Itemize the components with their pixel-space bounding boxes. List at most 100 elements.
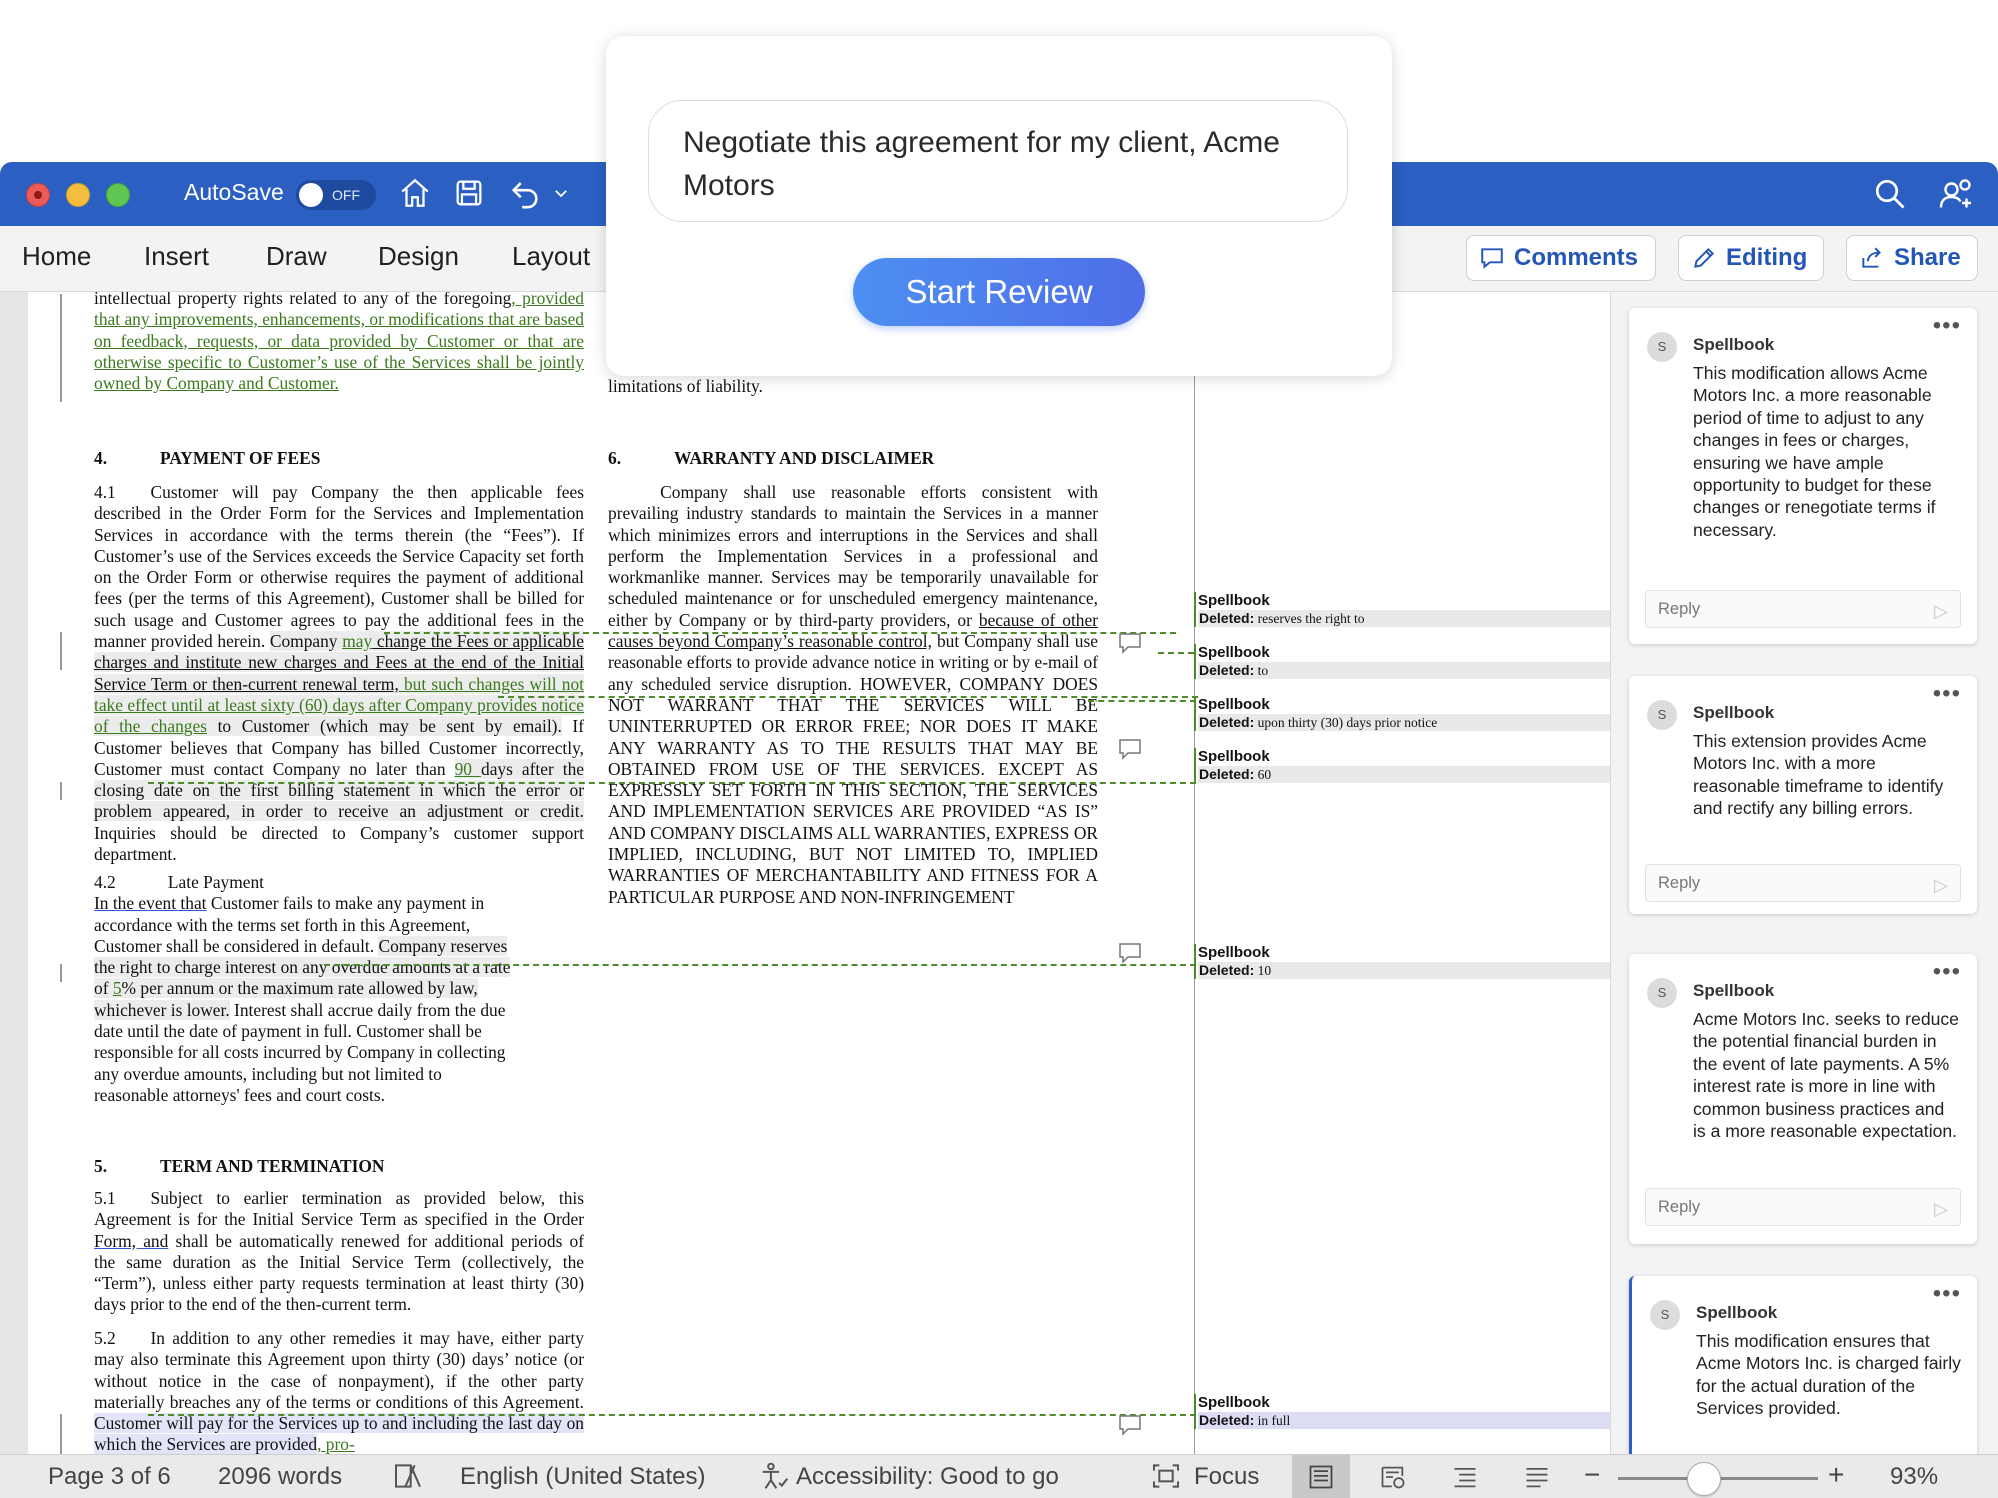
change-bar <box>60 782 62 800</box>
prompt-input[interactable]: Negotiate this agreement for my client, … <box>648 100 1348 222</box>
comment-anchor-icon[interactable] <box>1118 632 1142 659</box>
doc-text: 5.2 In addition to any other remedies it… <box>94 1328 584 1412</box>
start-review-button[interactable]: Start Review <box>853 258 1145 326</box>
send-icon[interactable]: ▷ <box>1934 867 1948 903</box>
markup-deleted-text: reserves the right to <box>1257 611 1365 626</box>
connector-line <box>1088 700 1196 702</box>
spellbook-review-popup: Negotiate this agreement for my client, … <box>606 36 1392 376</box>
deletion-balloon[interactable]: Spellbook Deleted: to <box>1194 644 1610 679</box>
zoom-in-icon[interactable]: + <box>1828 1459 1844 1491</box>
draft-icon[interactable] <box>1508 1455 1566 1498</box>
section-4-2: 4.2 Late Payment In the event that Custo… <box>94 872 584 1106</box>
send-icon[interactable]: ▷ <box>1934 1191 1948 1227</box>
zoom-out-icon[interactable]: − <box>1584 1459 1600 1491</box>
connector-line <box>1158 652 1194 654</box>
tab-home[interactable]: Home <box>22 241 91 272</box>
doc-text: 4.1 Customer will pay Company the then a… <box>94 482 584 652</box>
tab-insert[interactable]: Insert <box>144 241 209 272</box>
reply-input[interactable]: Reply ▷ <box>1645 864 1961 902</box>
comment-anchor-icon[interactable] <box>1118 738 1142 765</box>
save-icon[interactable] <box>452 176 486 210</box>
reply-input[interactable]: Reply ▷ <box>1645 590 1961 628</box>
deletion-balloon[interactable]: Spellbook Deleted: reserves the right to <box>1194 592 1610 627</box>
comment-icon <box>1479 245 1505 271</box>
language-indicator[interactable]: English (United States) <box>460 1463 705 1491</box>
autosave-toggle[interactable]: OFF <box>296 180 376 210</box>
page-count[interactable]: Page 3 of 6 <box>48 1463 171 1491</box>
comment-card[interactable]: ••• S Spellbook This extension provides … <box>1629 676 1977 914</box>
comment-card[interactable]: ••• S Spellbook This modification allows… <box>1629 308 1977 644</box>
tab-design[interactable]: Design <box>378 241 459 272</box>
print-layout-icon[interactable] <box>1292 1455 1350 1498</box>
share-button[interactable]: Share <box>1846 235 1978 281</box>
home-icon[interactable] <box>398 176 432 210</box>
deletion-balloon[interactable]: Spellbook Deleted: in full <box>1194 1394 1610 1429</box>
status-bar: Page 3 of 6 2096 words English (United S… <box>0 1454 1998 1498</box>
inserted-text: 5 <box>112 978 122 999</box>
more-options-icon[interactable]: ••• <box>1933 1280 1961 1308</box>
connector-line <box>498 696 1198 698</box>
search-icon[interactable] <box>1872 176 1908 212</box>
editing-button[interactable]: Editing <box>1678 235 1824 281</box>
markup-label: Deleted: <box>1199 662 1255 678</box>
undo-icon[interactable] <box>508 176 542 210</box>
comment-card[interactable]: ••• S Spellbook Acme Motors Inc. seeks t… <box>1629 954 1977 1244</box>
reply-placeholder: Reply <box>1658 1198 1701 1216</box>
section-heading: TERM AND TERMINATION <box>160 1156 385 1176</box>
comment-author: Spellbook <box>1693 981 1775 1000</box>
markup-deleted-text: 10 <box>1257 963 1272 978</box>
comments-pane: ••• S Spellbook This modification allows… <box>1610 292 1998 1454</box>
inserted-text: 90 <box>454 758 481 779</box>
account-icon[interactable] <box>1938 176 1974 212</box>
section-number: 4. <box>94 448 108 468</box>
more-options-icon[interactable]: ••• <box>1933 312 1961 340</box>
close-window-button[interactable] <box>26 183 50 207</box>
share-icon <box>1859 245 1885 271</box>
avatar: S <box>1647 332 1677 362</box>
connector-line <box>148 1414 1196 1416</box>
outline-icon[interactable] <box>1436 1455 1494 1498</box>
change-bar <box>60 632 62 670</box>
comment-text: This modification ensures that Acme Moto… <box>1696 1331 1961 1419</box>
document-page[interactable]: intellectual property rights related to … <box>28 292 1610 1454</box>
doc-text: intellectual property rights related to … <box>94 292 512 308</box>
word-count[interactable]: 2096 words <box>218 1463 342 1491</box>
tab-layout[interactable]: Layout <box>512 241 590 272</box>
doc-text: Company shall use reasonable efforts con… <box>608 482 1098 630</box>
doc-text: Inquiries should be directed to Company’… <box>94 822 584 865</box>
focus-label[interactable]: Focus <box>1194 1463 1259 1491</box>
comments-button[interactable]: Comments <box>1466 235 1656 281</box>
comment-anchor-icon[interactable] <box>1118 942 1142 969</box>
deletion-balloon[interactable]: Spellbook Deleted: 10 <box>1194 944 1610 979</box>
markup-label: Deleted: <box>1199 610 1255 626</box>
section-6: Company shall use reasonable efforts con… <box>608 482 1098 908</box>
proofing-icon[interactable] <box>392 1461 424 1494</box>
autosave-label: AutoSave <box>184 179 284 205</box>
more-options-icon[interactable]: ••• <box>1933 958 1961 986</box>
markup-label: Deleted: <box>1199 962 1255 978</box>
markup-author: Spellbook <box>1198 1394 1270 1411</box>
doc-text: but Company shall use reasonable efforts… <box>608 631 1098 907</box>
accessibility-icon[interactable] <box>758 1461 792 1494</box>
zoom-slider-handle[interactable] <box>1687 1462 1721 1496</box>
editing-label: Editing <box>1726 244 1808 271</box>
comment-author: Spellbook <box>1696 1303 1778 1322</box>
accessibility-status[interactable]: Accessibility: Good to go <box>796 1463 1059 1491</box>
chevron-down-icon[interactable] <box>552 184 570 202</box>
section-4-1: 4.1 Customer will pay Company the then a… <box>94 482 584 865</box>
zoom-window-button[interactable] <box>106 183 130 207</box>
avatar: S <box>1647 700 1677 730</box>
focus-icon[interactable] <box>1150 1461 1182 1494</box>
send-icon[interactable]: ▷ <box>1934 593 1948 629</box>
reply-input[interactable]: Reply ▷ <box>1645 1188 1961 1226</box>
comment-anchor-icon[interactable] <box>1118 1414 1142 1441</box>
deletion-balloon[interactable]: Spellbook Deleted: upon thirty (30) days… <box>1194 696 1610 731</box>
zoom-level[interactable]: 93% <box>1890 1463 1938 1491</box>
deletion-balloon[interactable]: Spellbook Deleted: 60 <box>1194 748 1610 783</box>
late-payment-heading: 4.2 Late Payment <box>94 872 265 892</box>
comment-card-active[interactable]: ••• S Spellbook This modification ensure… <box>1629 1276 1977 1454</box>
minimize-window-button[interactable] <box>66 183 90 207</box>
web-layout-icon[interactable] <box>1364 1455 1422 1498</box>
tab-draw[interactable]: Draw <box>266 241 327 272</box>
more-options-icon[interactable]: ••• <box>1933 680 1961 708</box>
